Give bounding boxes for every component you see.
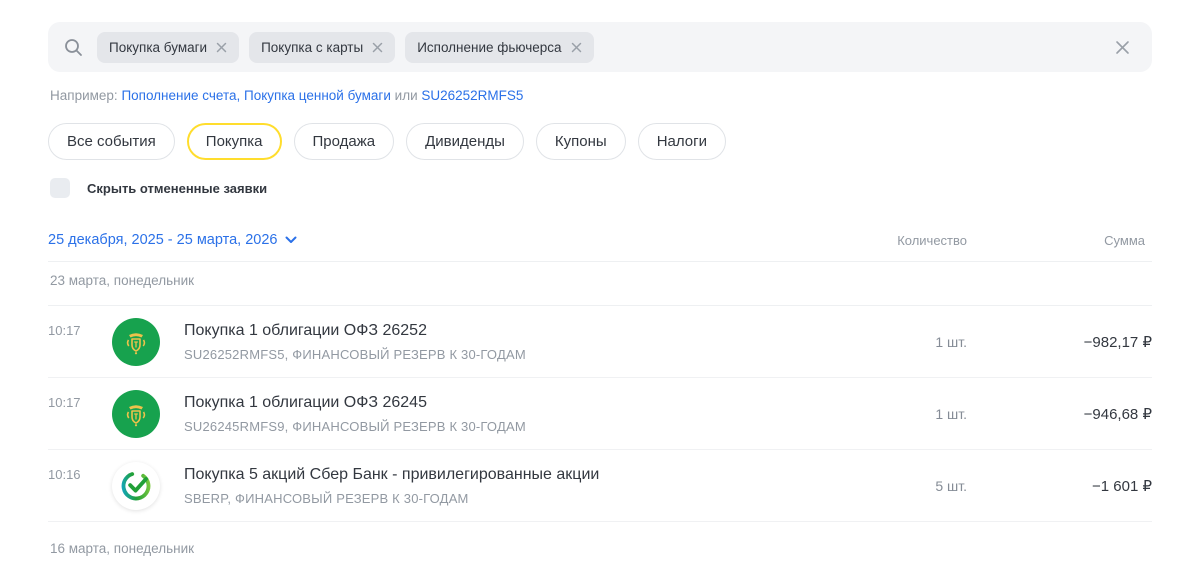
search-hint: Например: Пополнение счета, Покупка ценн… — [50, 88, 1152, 103]
search-clear-icon[interactable] — [1111, 36, 1134, 59]
chip-label: Покупка с карты — [261, 39, 364, 55]
sber-logo-icon — [112, 461, 160, 510]
chip-remove-icon[interactable] — [372, 42, 383, 53]
search-chip-ispolnenie-fyuchersa[interactable]: Исполнение фьючерса — [405, 31, 594, 63]
chip-remove-icon[interactable] — [216, 42, 227, 53]
search-bar[interactable]: Покупка бумаги Покупка с карты Исполнени… — [48, 22, 1152, 72]
minfin-crest-icon — [112, 317, 160, 366]
filter-prodazha[interactable]: Продажа — [293, 123, 395, 160]
transaction-subtitle: SU26245RMFS9, ФИНАНСОВЫЙ РЕЗЕРВ К 30-ГОД… — [184, 418, 526, 434]
minfin-crest-icon — [112, 389, 160, 438]
filter-kupony[interactable]: Купоны — [535, 123, 626, 160]
transaction-text-block: Покупка 1 облигации ОФЗ 26252 SU26252RMF… — [184, 322, 837, 362]
filter-all-events[interactable]: Все события — [48, 123, 175, 160]
filter-nalogi[interactable]: Налоги — [637, 123, 726, 160]
transaction-row[interactable]: 10:17 Покупка 1 облигации ОФЗ 26245 SU26… — [48, 378, 1152, 450]
date-group-header: 23 марта, понедельник — [48, 262, 1152, 306]
transaction-text-block: Покупка 1 облигации ОФЗ 26245 SU26245RMF… — [184, 394, 837, 434]
transaction-title: Покупка 5 акций Сбер Банк - привилегиров… — [184, 465, 600, 483]
search-chip-pokupka-bumagi[interactable]: Покупка бумаги — [97, 31, 240, 63]
hide-cancelled-label[interactable]: Скрыть отмененные заявки — [87, 181, 267, 196]
hint-connector: или — [394, 88, 418, 103]
transaction-subtitle: SBERP, ФИНАНСОВЫЙ РЕЗЕРВ К 30-ГОДАМ — [184, 490, 469, 506]
transaction-row[interactable]: 10:17 Покупка 1 облигации ОФЗ 26252 SU26… — [48, 306, 1152, 378]
chip-label: Исполнение фьючерса — [417, 39, 562, 55]
transaction-subtitle: SU26252RMFS5, ФИНАНСОВЫЙ РЕЗЕРВ К 30-ГОД… — [184, 346, 526, 362]
transaction-time: 10:17 — [48, 323, 81, 338]
transaction-text-block: Покупка 5 акций Сбер Банк - привилегиров… — [184, 466, 837, 506]
transaction-quantity: 5 шт. — [935, 477, 967, 494]
transaction-amount: −946,68 ₽ — [1083, 405, 1152, 423]
transaction-row[interactable]: 10:16 Покупка 5 акций Сбер Банк - привил… — [48, 450, 1152, 522]
date-range-selector[interactable]: 25 декабря, 2025 - 25 марта, 2026 — [48, 232, 297, 248]
transaction-time: 10:16 — [48, 467, 81, 482]
transaction-title: Покупка 1 облигации ОФЗ 26252 — [184, 321, 427, 339]
column-header-quantity: Количество — [897, 233, 967, 248]
transaction-title: Покупка 1 облигации ОФЗ 26245 — [184, 393, 427, 411]
hint-ticker-link[interactable]: SU26252RMFS5 — [421, 88, 523, 103]
filter-dividendy[interactable]: Дивиденды — [406, 123, 524, 160]
hint-prefix: Например: — [50, 88, 118, 103]
column-header-amount: Сумма — [1104, 233, 1145, 248]
transaction-quantity: 1 шт. — [935, 333, 967, 350]
transaction-quantity: 1 шт. — [935, 405, 967, 422]
hide-cancelled-checkbox[interactable] — [50, 178, 70, 198]
search-icon — [64, 38, 83, 57]
event-type-filters: Все события Покупка Продажа Дивиденды Ку… — [48, 123, 1152, 160]
filter-pokupka[interactable]: Покупка — [186, 123, 282, 160]
hide-cancelled-row: Скрыть отмененные заявки — [50, 178, 1152, 198]
date-range-label: 25 декабря, 2025 - 25 марта, 2026 — [48, 232, 278, 248]
search-chip-list: Покупка бумаги Покупка с карты Исполнени… — [97, 31, 1111, 63]
transaction-amount: −982,17 ₽ — [1083, 333, 1152, 351]
search-chip-pokupka-s-karty[interactable]: Покупка с карты — [249, 31, 396, 63]
transaction-time: 10:17 — [48, 395, 81, 410]
events-page: Покупка бумаги Покупка с карты Исполнени… — [0, 0, 1200, 571]
chevron-down-icon — [285, 236, 297, 243]
period-header-row: 25 декабря, 2025 - 25 марта, 2026 Количе… — [48, 232, 1152, 262]
chip-label: Покупка бумаги — [109, 39, 208, 55]
date-group-header: 16 марта, понедельник — [50, 541, 195, 556]
chip-remove-icon[interactable] — [571, 42, 582, 53]
hint-example-link[interactable]: Пополнение счета, Покупка ценной бумаги — [121, 88, 390, 103]
transaction-amount: −1 601 ₽ — [1091, 477, 1152, 495]
